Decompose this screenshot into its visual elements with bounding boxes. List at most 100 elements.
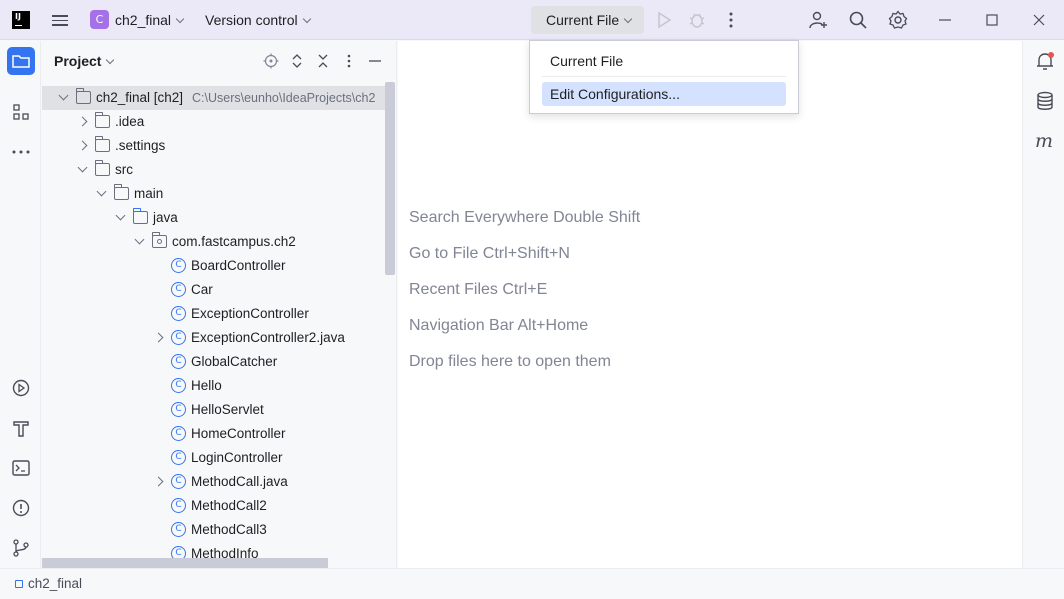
project-view-selector[interactable]: Project [54, 53, 115, 69]
build-tool-button[interactable] [7, 414, 35, 442]
terminal-icon [12, 460, 30, 476]
class-icon: C [171, 378, 186, 393]
settings-gear-icon[interactable] [888, 10, 908, 30]
tree-item-label: java [153, 210, 178, 225]
run-configuration-popup: Current File Edit Configurations... [529, 40, 799, 114]
hint-search-everywhere: Search Everywhere Double Shift [409, 209, 641, 226]
main-menu-icon[interactable] [52, 12, 68, 28]
tree-item-label: ExceptionController [191, 306, 309, 321]
tree-item-path: C:\Users\eunho\IdeaProjects\ch2 [192, 91, 376, 105]
close-icon[interactable] [1029, 10, 1049, 30]
tree-row[interactable]: C ExceptionController [42, 302, 387, 326]
tree-row[interactable]: java [42, 206, 387, 230]
collapse-all-icon[interactable] [315, 53, 331, 69]
notifications-icon[interactable] [1034, 50, 1056, 72]
tree-item-label: src [115, 162, 133, 177]
vcs-widget[interactable]: Version control [205, 12, 311, 28]
chevron-down-icon[interactable] [134, 234, 145, 245]
more-actions-icon[interactable] [721, 10, 741, 30]
build-icon [13, 421, 29, 437]
hint-recent-files: Recent Files Ctrl+E [409, 281, 548, 298]
locate-icon[interactable] [263, 53, 279, 69]
right-tool-strip: m [1022, 41, 1064, 568]
tree-row[interactable]: C Hello [42, 374, 387, 398]
chevron-down-icon[interactable] [115, 210, 126, 221]
expand-all-icon[interactable] [289, 53, 305, 69]
class-icon: C [171, 426, 186, 441]
chevron-down-icon[interactable] [58, 90, 69, 101]
vertical-scrollbar[interactable] [385, 82, 395, 275]
tree-row[interactable]: C MethodCall.java [42, 470, 387, 494]
tree-row[interactable]: C HomeController [42, 422, 387, 446]
search-icon[interactable] [848, 10, 868, 30]
options-icon[interactable] [341, 53, 357, 69]
app-logo-icon[interactable]: IJ [12, 11, 30, 29]
tree-item-label: Car [191, 282, 213, 297]
tree-row[interactable]: com.fastcampus.ch2 [42, 230, 387, 254]
add-user-icon[interactable] [808, 10, 828, 30]
editor-empty-area[interactable]: Search Everywhere Double Shift Go to Fil… [398, 41, 1022, 568]
tree-item-label: MethodCall.java [191, 474, 288, 489]
project-tree[interactable]: ch2_final [ch2] C:\Users\eunho\IdeaProjec… [42, 86, 387, 561]
project-badge[interactable]: C [90, 10, 109, 29]
chevron-right-icon[interactable] [153, 332, 164, 343]
popup-item-current-file[interactable]: Current File [542, 49, 786, 73]
hide-panel-icon[interactable] [367, 53, 383, 69]
package-icon [152, 232, 167, 248]
tree-row[interactable]: main [42, 182, 387, 206]
run-services-icon [12, 379, 30, 397]
tree-item-label: ch2_final [ch2] [96, 90, 184, 105]
class-icon: C [171, 330, 186, 345]
tree-row[interactable]: C MethodCall2 [42, 494, 387, 518]
app-logo-text: IJ [15, 12, 21, 21]
debug-icon[interactable] [687, 10, 707, 30]
database-icon[interactable] [1034, 90, 1056, 112]
tree-row[interactable]: src [42, 158, 387, 182]
tree-row[interactable]: C GlobalCatcher [42, 350, 387, 374]
git-tool-button[interactable] [7, 534, 35, 562]
class-icon: C [171, 258, 186, 273]
tree-row[interactable]: C Car [42, 278, 387, 302]
services-tool-button[interactable] [7, 374, 35, 402]
chevron-down-icon [175, 14, 185, 24]
horizontal-scrollbar[interactable] [42, 558, 328, 568]
hint-navigation-bar: Navigation Bar Alt+Home [409, 317, 589, 334]
svg-text:m: m [1035, 130, 1053, 152]
project-tool-button[interactable] [7, 47, 35, 75]
tree-item-label: .idea [115, 114, 145, 129]
more-icon [12, 150, 30, 154]
chevron-down-icon[interactable] [77, 162, 88, 173]
tree-row[interactable]: C ExceptionController2.java [42, 326, 387, 350]
popup-item-edit-configurations[interactable]: Edit Configurations... [542, 82, 786, 106]
more-tools-button[interactable] [7, 138, 35, 166]
folder-icon [95, 136, 110, 152]
run-config-label: Current File [546, 12, 620, 28]
structure-tool-button[interactable] [7, 98, 35, 126]
maven-icon[interactable]: m [1033, 130, 1057, 152]
tree-row[interactable]: .idea [42, 110, 387, 134]
chevron-right-icon[interactable] [77, 140, 88, 151]
project-switcher[interactable]: ch2_final [115, 12, 185, 28]
tree-row[interactable]: C LoginController [42, 446, 387, 470]
terminal-tool-button[interactable] [7, 454, 35, 482]
class-icon: C [171, 402, 186, 417]
run-configuration-selector[interactable]: Current File [531, 6, 644, 34]
minimize-icon[interactable] [935, 10, 955, 30]
problems-tool-button[interactable] [7, 494, 35, 522]
chevron-right-icon[interactable] [77, 116, 88, 127]
tree-row[interactable]: .settings [42, 134, 387, 158]
tree-row[interactable]: ch2_final [ch2] C:\Users\eunho\IdeaProjec… [42, 86, 387, 110]
tree-item-label: GlobalCatcher [191, 354, 278, 369]
chevron-right-icon[interactable] [153, 476, 164, 487]
maximize-icon[interactable] [982, 10, 1002, 30]
tree-row[interactable]: C HelloServlet [42, 398, 387, 422]
chevron-down-icon [106, 55, 115, 65]
tree-row[interactable]: C BoardController [42, 254, 387, 278]
tree-row[interactable]: C MethodCall3 [42, 518, 387, 542]
chevron-down-icon[interactable] [96, 186, 107, 197]
breadcrumb[interactable]: ch2_final [28, 576, 82, 591]
tree-item-label: MethodCall3 [191, 522, 267, 537]
run-icon[interactable] [654, 10, 674, 30]
module-folder-icon [76, 88, 91, 104]
folder-icon [114, 184, 129, 200]
